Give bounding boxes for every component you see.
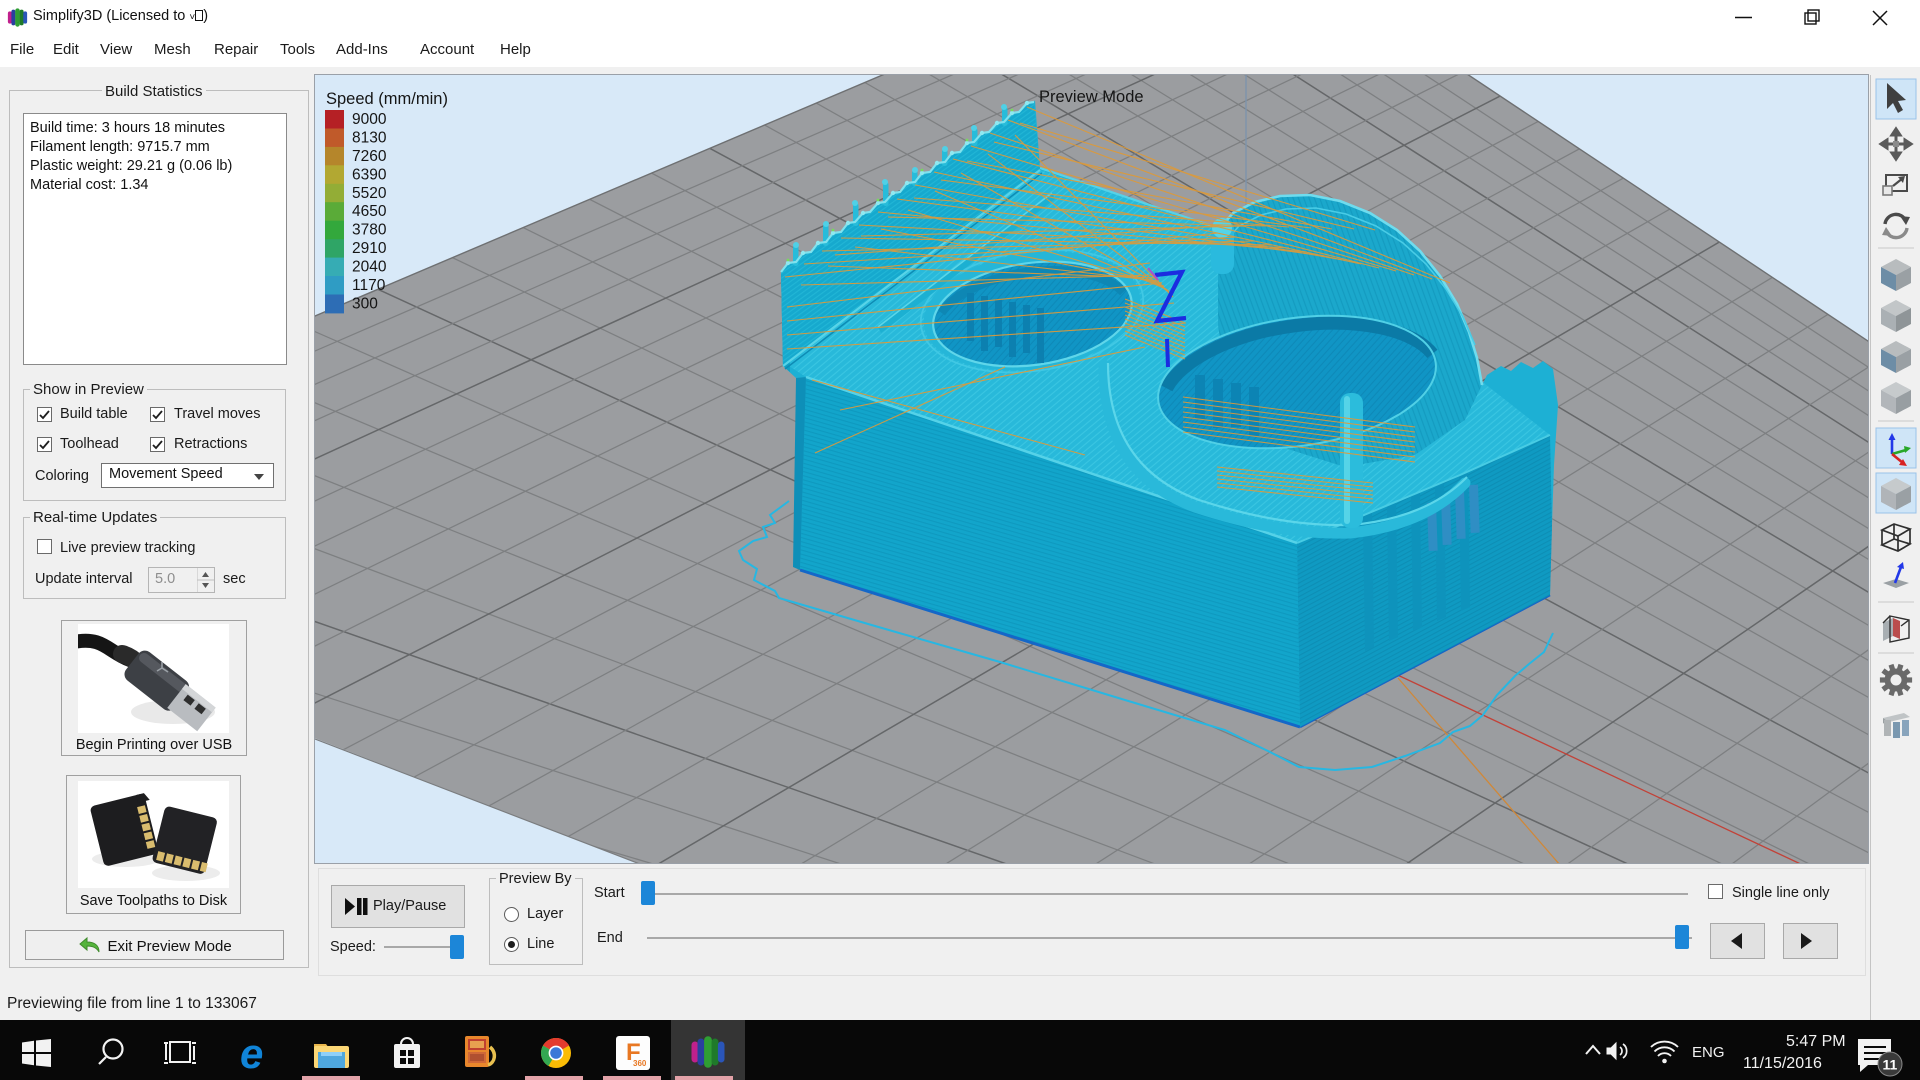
svg-text:2910: 2910 [352,240,387,257]
svg-text:Speed (mm/min): Speed (mm/min) [326,90,448,108]
svg-text:2040: 2040 [352,259,387,276]
svg-text:Preview Mode: Preview Mode [1039,88,1144,106]
svg-text:ENG: ENG [1692,1044,1725,1061]
svg-text:1170: 1170 [352,277,386,294]
svg-text:4650: 4650 [352,203,387,220]
svg-text:6390: 6390 [352,166,387,183]
svg-text:300: 300 [352,296,378,313]
svg-text:8130: 8130 [352,130,387,147]
svg-text:7260: 7260 [352,148,387,165]
svg-text:3780: 3780 [352,222,387,239]
svg-text:11: 11 [1883,1057,1898,1073]
svg-text:5520: 5520 [352,185,387,202]
svg-text:11/15/2016: 11/15/2016 [1743,1055,1822,1072]
svg-text:9000: 9000 [352,111,387,128]
svg-text:5:47 PM: 5:47 PM [1786,1033,1846,1050]
